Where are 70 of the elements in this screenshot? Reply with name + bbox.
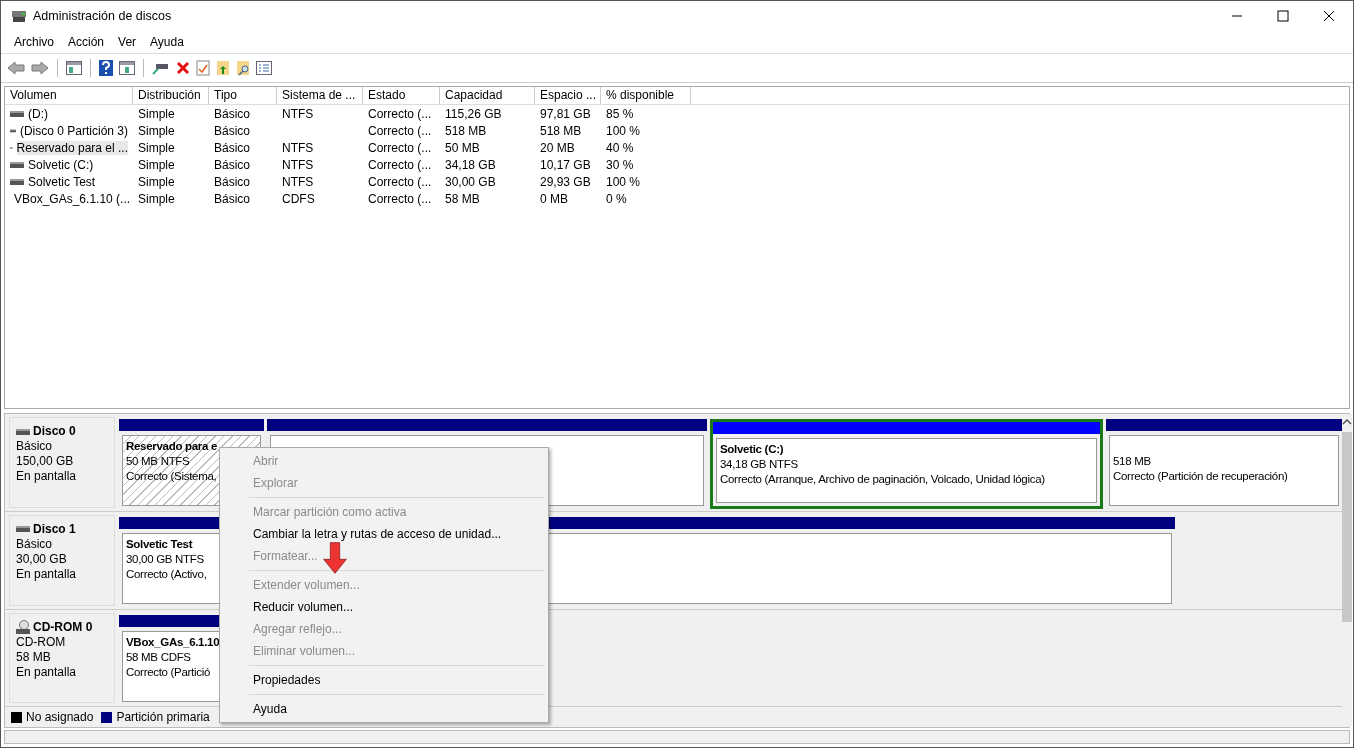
disk-type: Básico	[16, 536, 54, 552]
table-cell: 10,17 GB	[540, 157, 591, 172]
legend-label: No asignado	[26, 710, 94, 725]
table-cell: 40 %	[606, 140, 634, 155]
table-cell: Básico	[214, 140, 251, 155]
partition-status: Correcto (Arranque, Archivo de paginación, Volcado, Unidad lógica)	[720, 472, 1045, 487]
table-cell: 97,81 GB	[540, 106, 591, 121]
partition-status: Correcto (Sistema,	[126, 469, 217, 484]
disk-type: Básico	[16, 439, 54, 454]
table-cell: Simple	[138, 191, 175, 206]
table-cell: Correcto (...	[368, 174, 432, 189]
table-cell: 0 MB	[540, 191, 568, 206]
disk-status: En pantalla	[16, 469, 78, 484]
table-cell: Simple	[138, 106, 175, 121]
table-cell: Correcto (...	[368, 157, 432, 172]
disk-name: Disco 1	[33, 521, 76, 537]
table-cell: NTFS	[282, 174, 314, 189]
table-cell: Básico	[214, 174, 251, 189]
partition-name: VBox_GAs_6.1.10	[126, 634, 220, 650]
disk-status: En pantalla	[16, 664, 78, 680]
partition-size: 518 MB	[1113, 454, 1151, 469]
table-cell: Básico	[214, 123, 251, 138]
partition-name: Solvetic (C:)	[720, 442, 784, 457]
partition-size: 34,18 GB NTFS	[720, 457, 798, 472]
table-cell: 29,93 GB	[540, 174, 591, 189]
partition-status: Correcto (Activo,	[126, 566, 207, 582]
table-cell: Simple	[138, 140, 175, 155]
disk-status: En pantalla	[16, 566, 78, 582]
partition-status: Correcto (Partición de recuperación)	[1113, 469, 1288, 484]
disk-size: 30,00 GB	[16, 551, 68, 567]
table-cell: 100 %	[606, 123, 641, 138]
disk-name: CD-ROM 0	[33, 619, 93, 635]
window-title: Administración de discos	[33, 9, 172, 23]
table-cell: NTFS	[282, 106, 314, 121]
table-cell: 20 MB	[540, 140, 575, 155]
table-cell: Correcto (...	[368, 140, 432, 155]
table-cell: 85 %	[606, 106, 634, 121]
table-cell: 58 MB	[445, 191, 480, 206]
table-cell: 30 %	[606, 157, 634, 172]
partition-size: 50 MB NTFS	[126, 454, 190, 469]
disk-size: 150,00 GB	[16, 454, 75, 469]
partition-status: Correcto (Partició	[126, 664, 211, 680]
table-cell: 518 MB	[445, 123, 487, 138]
table-cell: 50 MB	[445, 140, 480, 155]
table-cell: Correcto (...	[368, 191, 432, 206]
table-cell: CDFS	[282, 191, 315, 206]
table-cell: 0 %	[606, 191, 627, 206]
table-cell: Correcto (...	[368, 106, 432, 121]
table-cell: 34,18 GB	[445, 157, 496, 172]
table-cell: 115,26 GB	[445, 106, 502, 121]
table-cell: NTFS	[282, 157, 314, 172]
table-cell: Correcto (...	[368, 123, 432, 138]
partition-size: 30,00 GB NTFS	[126, 551, 204, 567]
table-cell: Simple	[138, 157, 175, 172]
partition-name: Reservado para e	[126, 439, 218, 454]
table-cell: 518 MB	[540, 123, 582, 138]
table-cell: Básico	[214, 106, 251, 121]
table-cell: Básico	[214, 157, 251, 172]
table-cell: NTFS	[282, 140, 314, 155]
table-cell: 100 %	[606, 174, 641, 189]
table-cell: 30,00 GB	[445, 174, 496, 189]
disk-type: CD-ROM	[16, 634, 67, 650]
partition-name: Solvetic Test	[126, 536, 193, 552]
table-cell: Básico	[214, 191, 251, 206]
disk-name: Disco 0	[33, 424, 76, 439]
table-cell: Simple	[138, 174, 175, 189]
legend-label: Partición primaria	[116, 710, 210, 725]
partition-size: 58 MB CDFS	[126, 649, 191, 665]
disk-size: 58 MB	[16, 649, 52, 665]
table-cell: Simple	[138, 123, 175, 138]
